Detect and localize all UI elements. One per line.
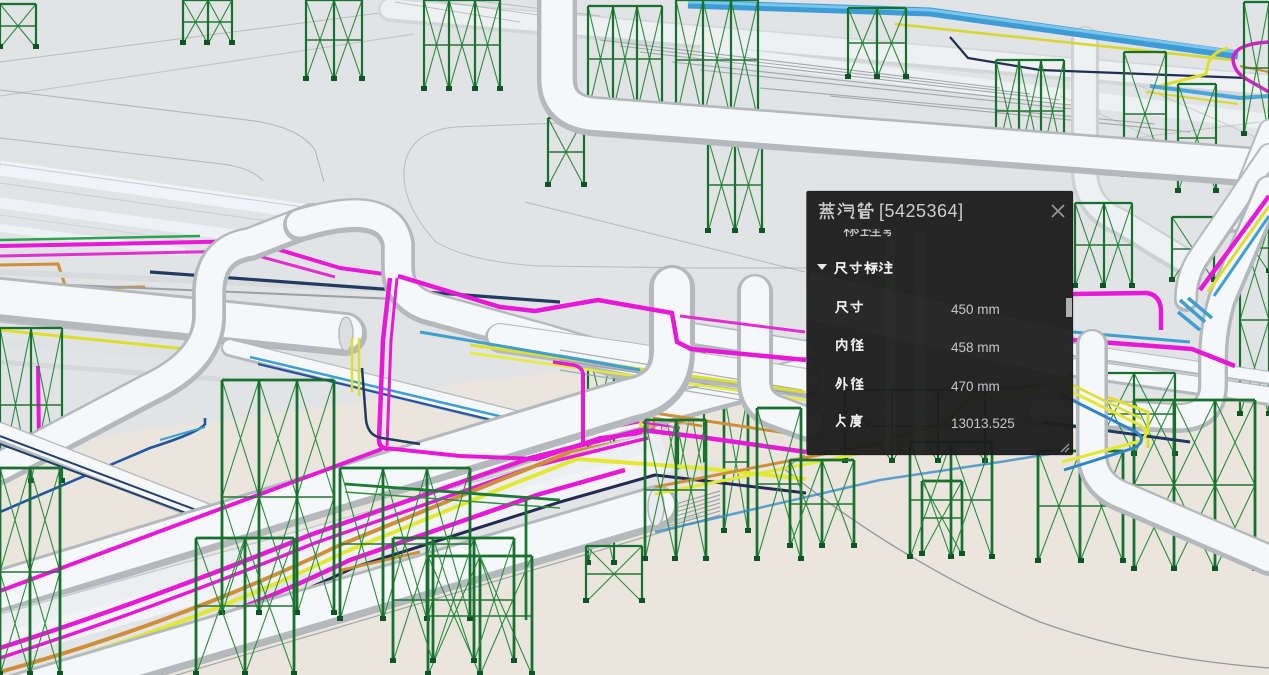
svg-text:470 mm: 470 mm: [951, 379, 1000, 394]
svg-text:[5425364]: [5425364]: [879, 201, 964, 221]
svg-text:13013.525: 13013.525: [951, 416, 1015, 431]
svg-text:458 mm: 458 mm: [951, 340, 1000, 355]
svg-text:450 mm: 450 mm: [951, 302, 1000, 317]
